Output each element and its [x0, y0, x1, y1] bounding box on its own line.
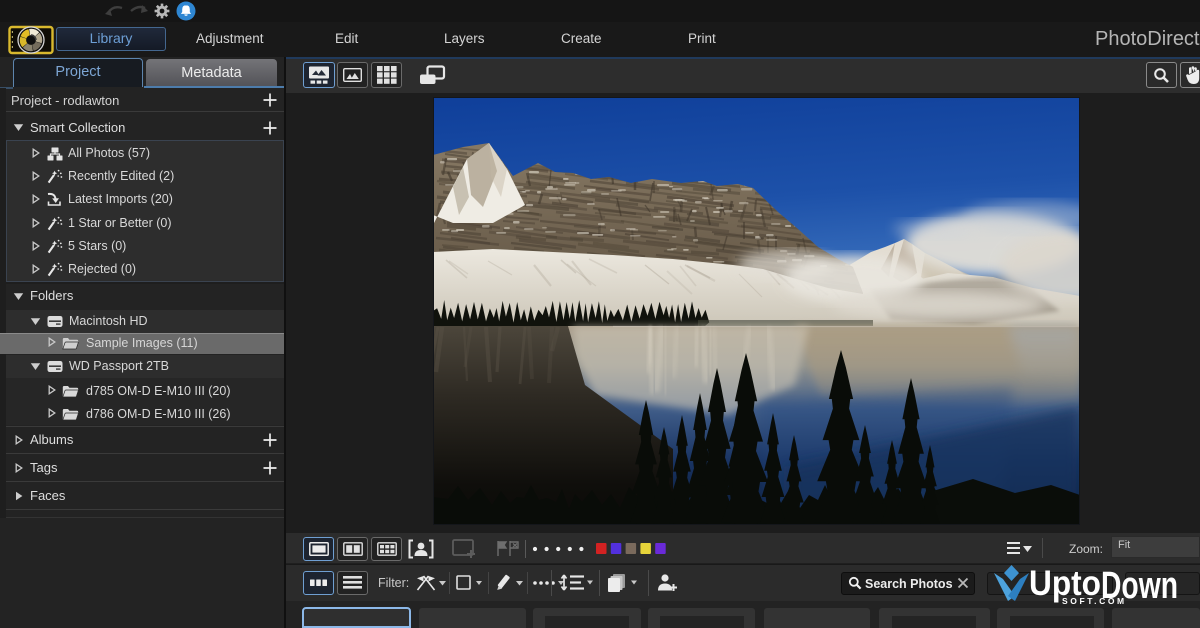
- svg-text:SOFT.COM: SOFT.COM: [1062, 596, 1127, 606]
